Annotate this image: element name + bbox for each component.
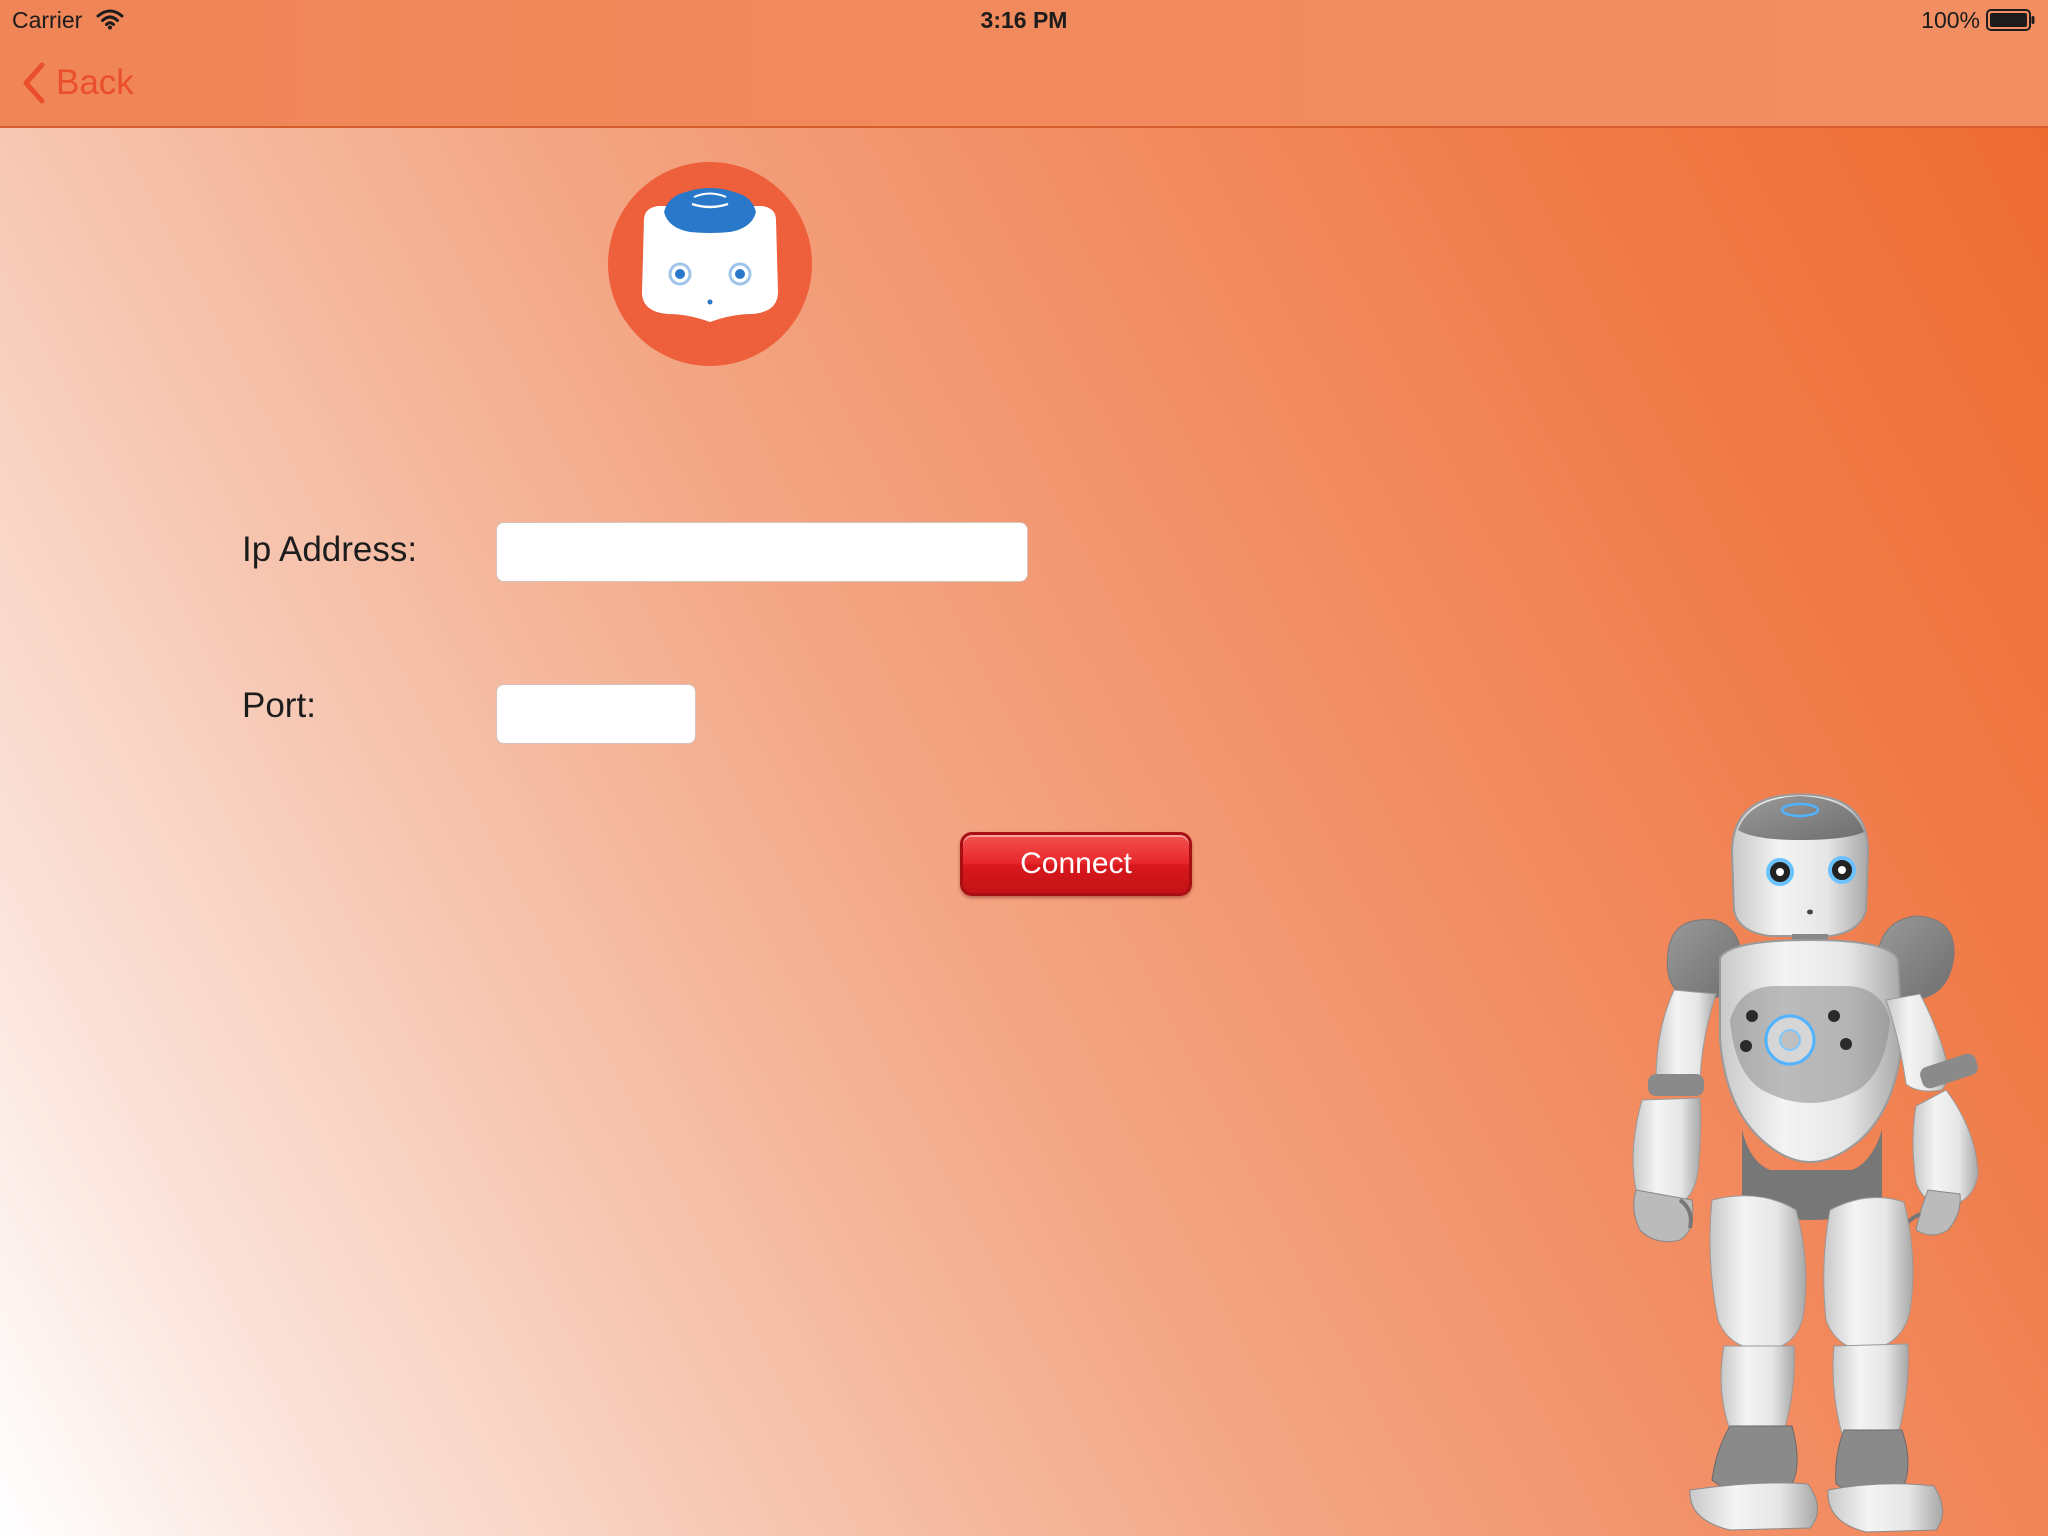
port-field[interactable] <box>496 684 696 744</box>
robot-head-logo <box>608 162 812 366</box>
back-label: Back <box>56 63 134 102</box>
chevron-left-icon <box>23 62 45 104</box>
back-button[interactable]: Back <box>22 62 134 104</box>
battery-percentage: 100% <box>1921 7 1980 33</box>
connect-label: Connect <box>1020 847 1132 880</box>
battery-icon <box>1986 9 2035 31</box>
connection-screen: Back Carrier 3:16 PM 100% Ip Address: Po… <box>0 0 2048 1536</box>
status-bar: Carrier 3:16 PM 100% <box>0 0 2048 40</box>
ip-address-field[interactable] <box>496 522 1028 582</box>
connect-button[interactable]: Connect <box>960 832 1192 896</box>
humanoid-robot-illustration <box>1632 793 1979 1533</box>
ip-address-label: Ip Address: <box>242 530 418 569</box>
status-time: 3:16 PM <box>980 7 1068 33</box>
port-label: Port: <box>242 686 316 725</box>
